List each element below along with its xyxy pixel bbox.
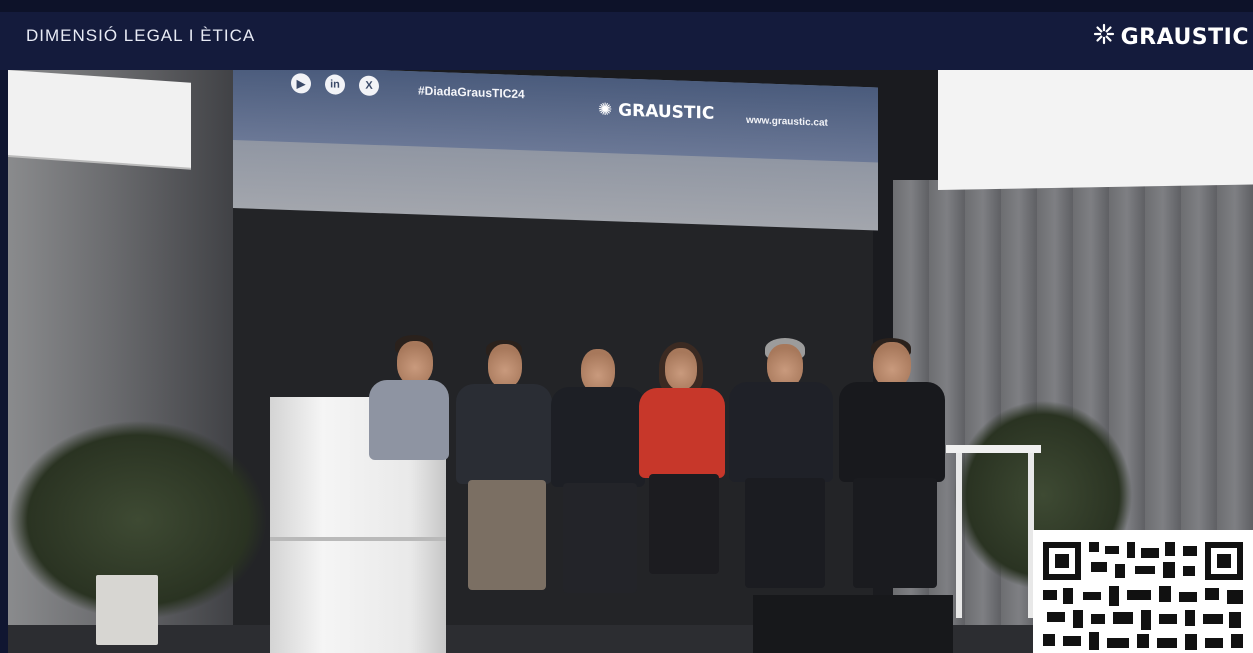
youtube-icon: ▶ bbox=[291, 73, 311, 94]
graustic-logo: GRAUSTIC bbox=[1093, 23, 1249, 51]
side-table bbox=[946, 445, 1041, 453]
projection-screen-center: ▶ in X #DiadaGrausTIC24 ✺ GRAUSTIC www.g… bbox=[233, 70, 878, 231]
stage-monitor-speaker bbox=[753, 595, 953, 653]
linkedin-icon: in bbox=[325, 74, 345, 95]
panelist-1 bbox=[448, 340, 558, 600]
segment-title: DIMENSIÓ LEGAL I ÈTICA bbox=[26, 26, 256, 45]
projection-screen-left bbox=[8, 70, 191, 168]
spark-icon bbox=[1093, 23, 1115, 51]
x-icon: X bbox=[359, 75, 379, 97]
projection-screen-right bbox=[938, 70, 1253, 190]
panelist-4 bbox=[723, 338, 838, 598]
logo-text: GRAUSTIC bbox=[1120, 24, 1249, 50]
plant-pot-left bbox=[96, 575, 158, 645]
social-icons: ▶ in X bbox=[291, 73, 379, 97]
spark-icon: ✺ bbox=[598, 99, 619, 121]
screen-logo-text: GRAUSTIC bbox=[618, 100, 715, 124]
panelist-3 bbox=[633, 342, 733, 592]
top-border bbox=[0, 0, 1253, 12]
qr-pattern bbox=[1043, 542, 1243, 650]
panelist-5 bbox=[833, 338, 953, 598]
qr-code[interactable] bbox=[1033, 530, 1253, 653]
screen-logo: ✺ GRAUSTIC bbox=[598, 100, 714, 124]
broadcast-header: DIMENSIÓ LEGAL I ÈTICA GRAUSTIC bbox=[0, 12, 1253, 70]
side-table-leg bbox=[956, 453, 962, 618]
